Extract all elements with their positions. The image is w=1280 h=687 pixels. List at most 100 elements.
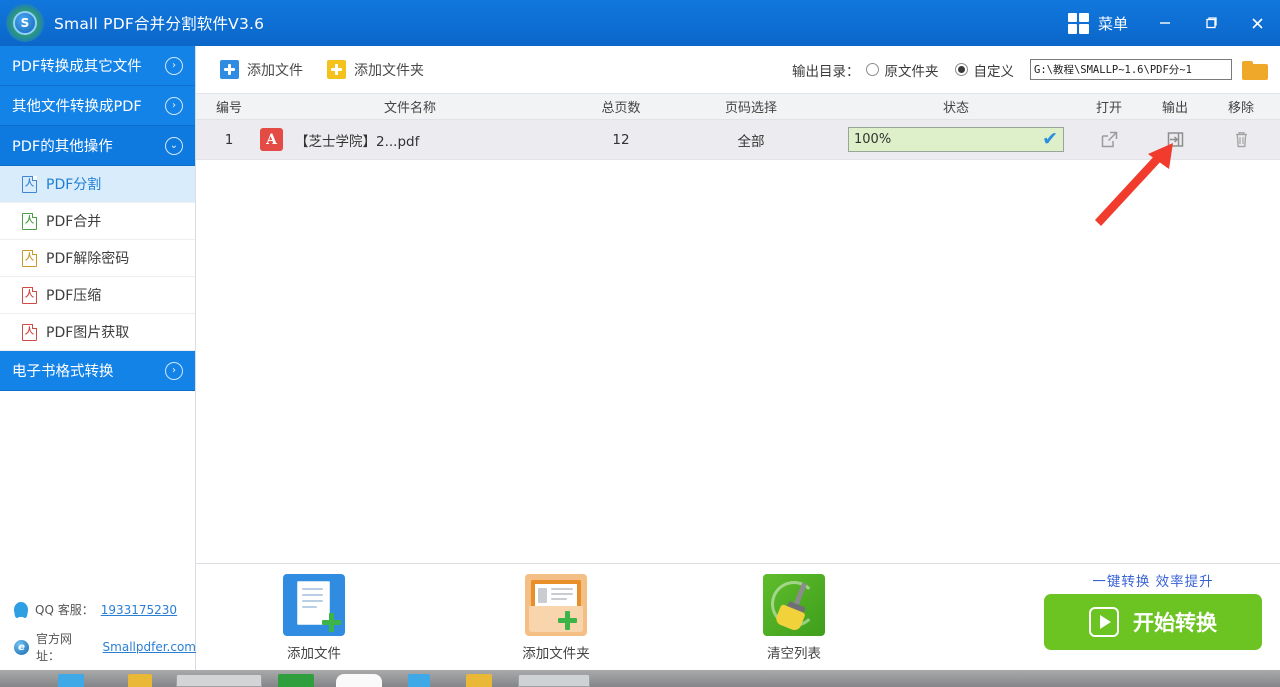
website-label: 官方网址： <box>36 632 73 663</box>
progress-bar: 100% ✔ <box>848 127 1064 152</box>
row-open-button[interactable] <box>1076 120 1142 159</box>
column-header-index: 编号 <box>215 101 242 116</box>
bottom-clear-list-button[interactable]: 清空列表 <box>724 574 864 662</box>
column-header-pageselect: 页码选择 <box>724 101 777 116</box>
row-status-cell: 100% ✔ <box>836 120 1076 159</box>
sidebar-item-pdf-merge[interactable]: 人 PDF合并 <box>0 203 195 240</box>
pdf-file-icon: 人 <box>22 286 37 304</box>
radio-custom-label: 自定义 <box>973 63 1015 80</box>
taskbar-icon[interactable] <box>58 674 84 687</box>
qq-penguin-icon <box>14 602 28 617</box>
clear-list-broom-icon <box>763 574 825 636</box>
radio-original-label: 原文件夹 <box>884 63 939 80</box>
chevron-right-icon: › <box>165 96 183 115</box>
chevron-right-icon: › <box>165 361 183 380</box>
qq-number-link[interactable]: 1933175230 <box>101 603 177 617</box>
output-directory-label: 输出目录： <box>792 63 860 80</box>
bottom-clear-list-label: 清空列表 <box>767 646 821 662</box>
app-logo: S <box>0 0 48 46</box>
sidebar-group-other-to-pdf[interactable]: 其他文件转换成PDF › <box>0 86 195 126</box>
cta-tagline: 一键转换 效率提升 <box>1092 574 1214 590</box>
add-file-label: 添加文件 <box>247 62 303 79</box>
column-header-status: 状态 <box>942 101 969 116</box>
minimize-button[interactable] <box>1142 0 1188 46</box>
output-directory-controls: 输出目录： 原文件夹 自定义 G:\教程\SMALLP~1.6\PDF分~1 <box>792 59 1280 81</box>
menu-button[interactable]: 菜单 <box>1054 0 1142 46</box>
taskbar-icon[interactable] <box>466 674 492 687</box>
sidebar-item-pdf-compress[interactable]: 人 PDF压缩 <box>0 277 195 314</box>
sidebar-item-pdf-unlock[interactable]: 人 PDF解除密码 <box>0 240 195 277</box>
close-button[interactable] <box>1234 0 1280 46</box>
pdf-document-icon: A <box>260 128 283 151</box>
bottom-add-folder-button[interactable]: 添加文件夹 <box>486 574 626 662</box>
taskbar-window-button[interactable] <box>176 674 262 687</box>
radio-button-icon <box>865 63 879 76</box>
row-filename: 【芝士学院】2...pdf <box>295 133 420 150</box>
maximize-button[interactable] <box>1188 0 1234 46</box>
sidebar-group-pdf-other-ops[interactable]: PDF的其他操作 ⌄ <box>0 126 195 166</box>
close-icon <box>1251 17 1263 29</box>
taskbar-icon[interactable] <box>336 674 382 687</box>
play-icon <box>1089 607 1119 637</box>
sidebar-item-pdf-extract-images[interactable]: 人 PDF图片获取 <box>0 314 195 351</box>
menu-button-label: 菜单 <box>1097 14 1128 33</box>
add-folder-label: 添加文件夹 <box>354 62 424 79</box>
toolbar: 添加文件 添加文件夹 输出目录： 原文件夹 自定义 G:\教程\SMALLP~1… <box>196 46 1280 93</box>
taskbar-window-button-active[interactable] <box>518 674 590 687</box>
bottom-add-folder-label: 添加文件夹 <box>522 646 590 662</box>
bottom-toolbar: 添加文件 添加文件夹 清空列表 一键转换 效率提升 开始转换 <box>196 563 1280 670</box>
qq-support-row: QQ 客服： 1933175230 <box>0 595 196 624</box>
sidebar-group-label: PDF的其他操作 <box>12 139 113 155</box>
taskbar-icon[interactable] <box>128 674 152 687</box>
column-header-output: 输出 <box>1161 101 1188 116</box>
app-title: Small PDF合并分割软件V3.6 <box>54 15 265 33</box>
qq-support-label: QQ 客服： <box>35 603 94 617</box>
sidebar-item-label: PDF压缩 <box>46 288 102 304</box>
add-folder-button[interactable]: 添加文件夹 <box>327 60 424 80</box>
row-index: 1 <box>224 131 234 148</box>
logo-shield-icon: S <box>13 11 37 35</box>
titlebar-controls: 菜单 <box>1054 0 1280 46</box>
pdf-file-icon: 人 <box>22 323 37 341</box>
website-link[interactable]: Smallpdfer.com <box>103 640 196 654</box>
column-header-pages: 总页数 <box>601 101 641 116</box>
output-arrow-icon <box>1165 129 1186 150</box>
add-file-button[interactable]: 添加文件 <box>220 60 303 80</box>
windows-taskbar[interactable] <box>0 670 1280 687</box>
sidebar-item-label: PDF分割 <box>46 177 102 193</box>
sidebar-group-pdf-to-other[interactable]: PDF转换成其它文件 › <box>0 46 195 86</box>
progress-value: 100% <box>854 132 892 147</box>
chevron-down-icon: ⌄ <box>165 136 183 155</box>
sidebar-group-label: 其他文件转换成PDF <box>12 99 142 115</box>
start-convert-button[interactable]: 开始转换 <box>1044 594 1262 650</box>
website-row: e 官方网址： Smallpdfer.com <box>0 624 196 670</box>
sidebar-group-label: PDF转换成其它文件 <box>12 59 142 75</box>
maximize-icon <box>1206 17 1217 29</box>
file-list-empty-area <box>196 184 1280 625</box>
output-path-input[interactable]: G:\教程\SMALLP~1.6\PDF分~1 <box>1030 59 1232 80</box>
sidebar-group-ebook-convert[interactable]: 电子书格式转换 › <box>0 351 195 391</box>
row-filename-cell: A 【芝士学院】2...pdf <box>260 120 560 159</box>
bottom-add-file-label: 添加文件 <box>287 646 341 662</box>
table-row[interactable]: 1 A 【芝士学院】2...pdf 12 全部 100% ✔ <box>196 120 1280 160</box>
start-convert-area: 一键转换 效率提升 开始转换 <box>1044 570 1262 650</box>
bottom-add-file-button[interactable]: 添加文件 <box>244 574 384 662</box>
row-page-count: 12 <box>612 131 630 148</box>
radio-custom-folder[interactable]: 自定义 <box>954 60 1015 80</box>
folder-icon <box>1242 63 1268 80</box>
main-panel: 添加文件 添加文件夹 输出目录： 原文件夹 自定义 G:\教程\SMALLP~1… <box>196 46 1280 687</box>
title-bar: S Small PDF合并分割软件V3.6 菜单 <box>0 0 1280 46</box>
browse-folder-button[interactable] <box>1242 59 1268 81</box>
add-folder-large-icon <box>525 574 587 636</box>
taskbar-icon[interactable] <box>408 674 430 687</box>
add-folder-icon <box>327 60 346 79</box>
radio-original-folder[interactable]: 原文件夹 <box>865 60 939 80</box>
add-file-large-icon <box>283 574 345 636</box>
row-page-selection[interactable]: 全部 <box>696 120 806 159</box>
row-remove-button[interactable] <box>1208 120 1274 159</box>
minimize-icon <box>1160 22 1170 24</box>
sidebar-item-pdf-split[interactable]: 人 PDF分割 <box>0 166 195 203</box>
taskbar-icon[interactable] <box>278 674 314 687</box>
pdf-file-icon: 人 <box>22 249 37 267</box>
row-output-button[interactable] <box>1142 120 1208 159</box>
